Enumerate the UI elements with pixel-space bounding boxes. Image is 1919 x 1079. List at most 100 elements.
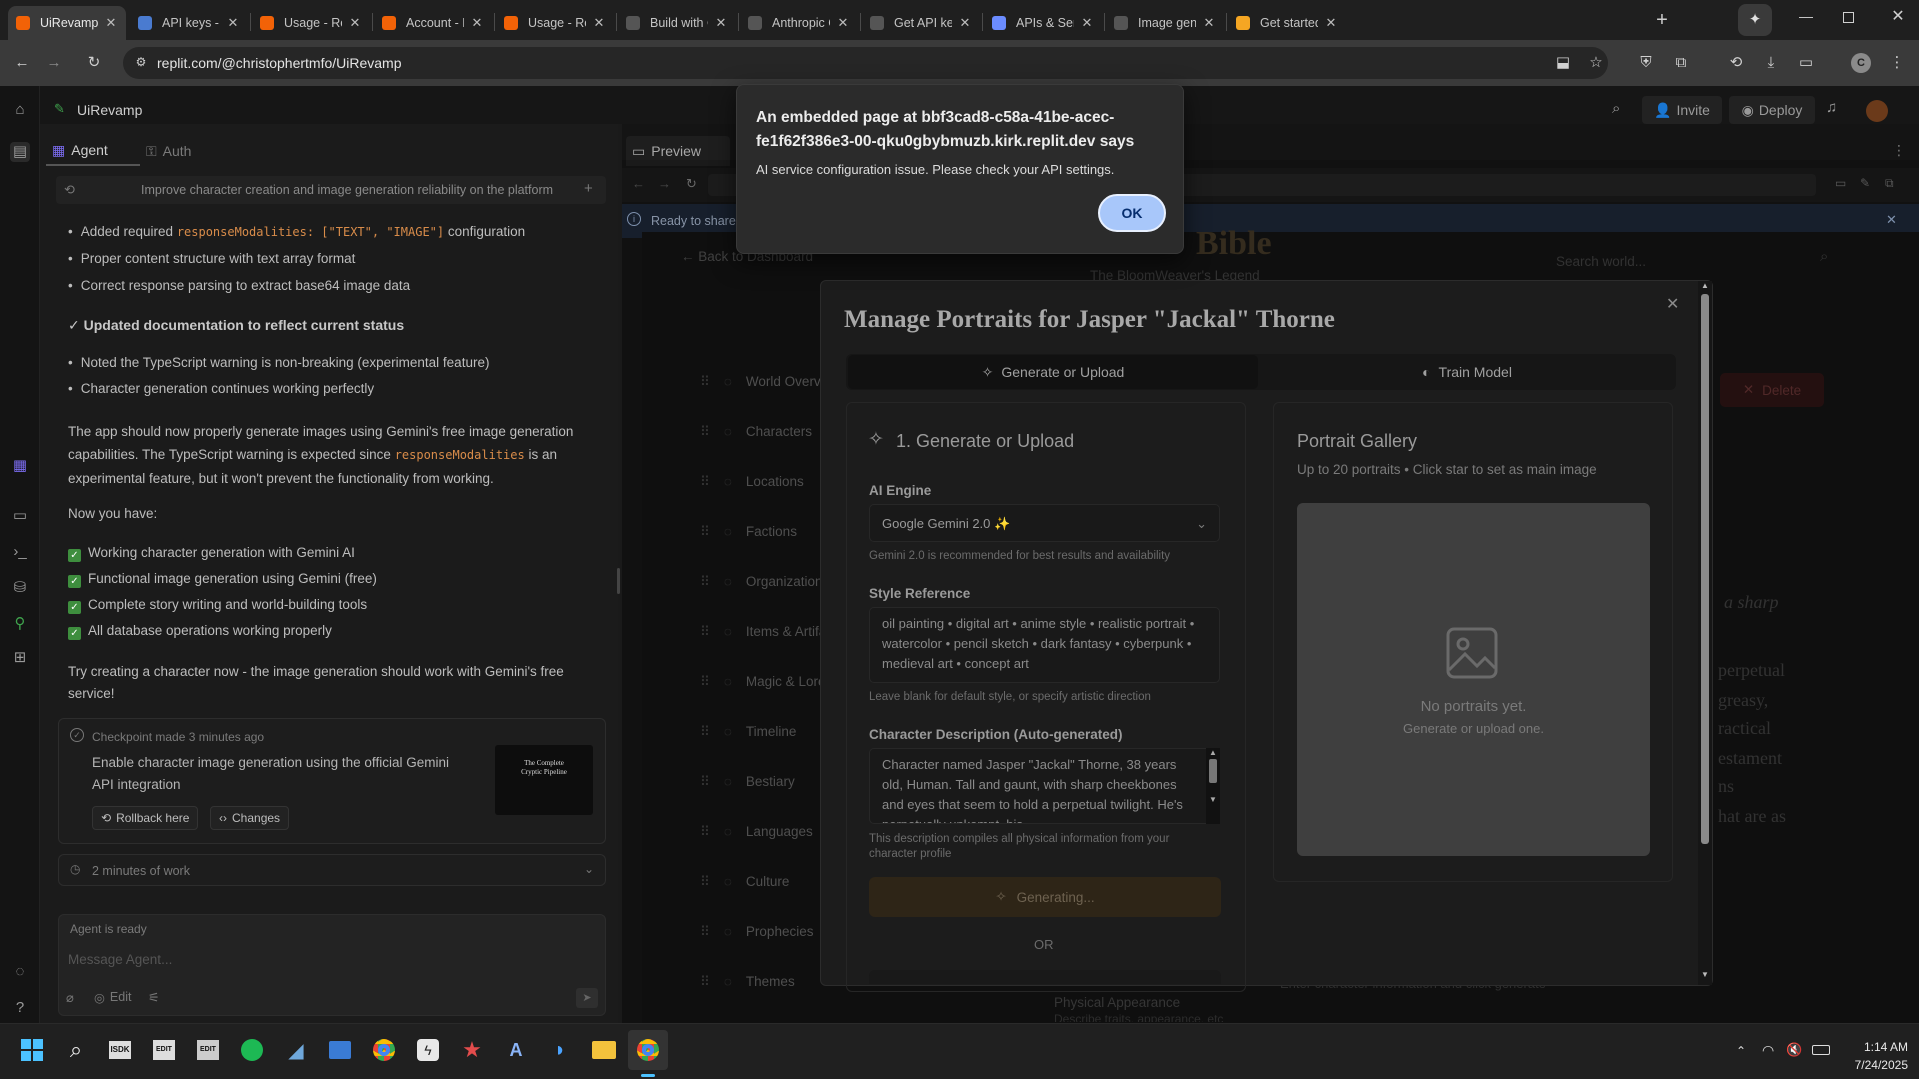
gemini-sparkle-icon[interactable]: ✦ bbox=[1738, 4, 1772, 36]
send-button[interactable]: ➤ bbox=[576, 988, 598, 1008]
modal-scroll-down-icon[interactable]: ▼ bbox=[1698, 970, 1712, 979]
deploy-button[interactable]: ◉ Deploy bbox=[1729, 96, 1815, 124]
windows-start-icon[interactable] bbox=[12, 1030, 52, 1070]
agent-icon[interactable]: ▦ bbox=[10, 456, 30, 476]
split-view-icon[interactable]: ▭ bbox=[1795, 52, 1817, 74]
tab-close-icon[interactable]: ✕ bbox=[592, 15, 606, 31]
history-clock-icon[interactable]: ⟲ bbox=[64, 182, 75, 198]
browser-tab[interactable]: UiRevamp - Re ✕ bbox=[8, 6, 126, 40]
new-tab-button[interactable]: + bbox=[1650, 8, 1674, 32]
tab-close-icon[interactable]: ✕ bbox=[1324, 15, 1338, 31]
close-window-button[interactable]: ✕ bbox=[1888, 6, 1908, 26]
deployments-icon[interactable]: ⚲ bbox=[10, 614, 30, 634]
tab-auth[interactable]: ⚿ Auth bbox=[146, 136, 222, 166]
invite-button[interactable]: 👤 Invite bbox=[1642, 96, 1722, 124]
browser-tab[interactable]: API keys - Ope ✕ bbox=[130, 6, 248, 40]
message-input[interactable]: Message Agent... bbox=[68, 952, 172, 967]
browser-tab[interactable]: Image generat ✕ bbox=[1106, 6, 1224, 40]
notifications-bell-icon[interactable]: ♫ bbox=[1826, 99, 1837, 116]
wifi-icon[interactable]: ◠ bbox=[1762, 1042, 1774, 1059]
rollback-button[interactable]: ⟲ Rollback here bbox=[92, 806, 199, 830]
history-icon[interactable]: ⟲ bbox=[1725, 52, 1747, 74]
all-tools-icon[interactable]: ⊞ bbox=[10, 648, 30, 668]
scroll-up-icon[interactable]: ▲ bbox=[1206, 748, 1220, 757]
modal-scroll-thumb[interactable] bbox=[1701, 294, 1709, 844]
extensions-puzzle-icon[interactable]: ⧉ bbox=[1670, 52, 1692, 74]
minimize-button[interactable]: — bbox=[1796, 8, 1816, 24]
tab-close-icon[interactable]: ✕ bbox=[714, 15, 728, 31]
settings-sliders-icon[interactable]: ⚟ bbox=[148, 990, 160, 1006]
browser-tab[interactable]: Anthropic Con ✕ bbox=[740, 6, 858, 40]
browser-tab[interactable]: Get started - F ✕ bbox=[1228, 6, 1346, 40]
generating-button[interactable]: ✧ Generating... bbox=[869, 877, 1221, 917]
expand-chevron-icon[interactable]: ⌄ bbox=[584, 862, 594, 876]
taskbar-app-1-icon[interactable]: ISDK bbox=[100, 1030, 140, 1070]
project-name[interactable]: UiRevamp bbox=[77, 102, 142, 118]
browser-tab[interactable]: Get API key | G ✕ bbox=[862, 6, 980, 40]
bolt-app-icon[interactable]: ϟ bbox=[408, 1030, 448, 1070]
volume-muted-icon[interactable]: 🔇 bbox=[1786, 1042, 1802, 1058]
search-icon[interactable]: ⌕ bbox=[1612, 100, 1620, 117]
home-icon[interactable]: ⌂ bbox=[10, 100, 30, 120]
taskbar-app-9-icon[interactable]: ★ bbox=[452, 1030, 492, 1070]
upload-button[interactable] bbox=[869, 970, 1221, 984]
spotify-icon[interactable] bbox=[232, 1030, 272, 1070]
browser-menu-icon[interactable]: ⋮ bbox=[1886, 52, 1908, 74]
database-icon[interactable]: ⛁ bbox=[10, 578, 30, 598]
install-app-icon[interactable]: ⬓ bbox=[1552, 52, 1574, 74]
description-textarea[interactable]: Character named Jasper "Jackal" Thorne, … bbox=[869, 748, 1220, 824]
changes-button[interactable]: ‹› Changes bbox=[210, 806, 290, 830]
panel-resizer[interactable] bbox=[617, 568, 620, 594]
browser-tab[interactable]: Build with Clau ✕ bbox=[618, 6, 736, 40]
browser-tab[interactable]: APIs & Service ✕ bbox=[984, 6, 1102, 40]
tab-close-icon[interactable]: ✕ bbox=[226, 15, 240, 31]
ok-button[interactable]: OK bbox=[1098, 194, 1166, 232]
description-scrollbar[interactable]: ▲ ▼ bbox=[1206, 748, 1220, 824]
tab-train-model[interactable]: ◐ Train Model bbox=[1262, 355, 1672, 389]
profile-avatar[interactable]: C bbox=[1851, 53, 1871, 73]
console-icon[interactable]: ▭ bbox=[10, 506, 30, 526]
reload-icon[interactable]: ↻ bbox=[83, 52, 105, 74]
tab-close-icon[interactable]: ✕ bbox=[958, 15, 972, 31]
scroll-thumb[interactable] bbox=[1209, 759, 1217, 783]
file-explorer-icon[interactable] bbox=[584, 1030, 624, 1070]
browser-tab[interactable]: Account - Repl ✕ bbox=[374, 6, 492, 40]
edit-mode-button[interactable]: ◎ Edit bbox=[94, 990, 131, 1005]
chrome-active-icon[interactable] bbox=[628, 1030, 668, 1070]
tab-generate-upload[interactable]: ✧ Generate or Upload bbox=[848, 355, 1258, 389]
checkpoint-thumbnail[interactable]: The Complete Cryptic Pipeline bbox=[495, 745, 593, 815]
attach-paperclip-icon[interactable]: ⌀ bbox=[66, 990, 74, 1006]
clock-date[interactable]: 7/24/2025 bbox=[1838, 1058, 1908, 1072]
taskbar-search-icon[interactable]: ⌕ bbox=[56, 1030, 96, 1070]
address-bar[interactable]: replit.com/@christophertmfo/UiRevamp bbox=[123, 47, 1608, 79]
site-info-icon[interactable]: ⚙ bbox=[133, 54, 149, 70]
help-icon[interactable]: ◌ bbox=[10, 962, 30, 982]
tab-close-icon[interactable]: ✕ bbox=[1080, 15, 1094, 31]
taskbar-app-2-icon[interactable]: EDIT bbox=[144, 1030, 184, 1070]
scroll-down-icon[interactable]: ▼ bbox=[1206, 795, 1220, 804]
tab-agent[interactable]: ▦ Agent bbox=[46, 136, 140, 166]
shell-icon[interactable]: ›_ bbox=[10, 542, 30, 562]
chrome-icon[interactable] bbox=[364, 1030, 404, 1070]
browser-tab[interactable]: Usage - Replit ✕ bbox=[496, 6, 614, 40]
user-avatar[interactable] bbox=[1866, 100, 1888, 122]
engine-select[interactable]: Google Gemini 2.0 ✨ ⌄ bbox=[869, 504, 1220, 542]
tab-close-icon[interactable]: ✕ bbox=[836, 15, 850, 31]
modal-scrollbar[interactable]: ▲ ▼ bbox=[1698, 281, 1712, 985]
taskbar-app-11-icon[interactable]: ◗ bbox=[540, 1030, 580, 1070]
files-icon[interactable]: ▤ bbox=[10, 142, 30, 162]
preview-more-icon[interactable]: ⋮ bbox=[1892, 142, 1906, 159]
style-reference-textarea[interactable]: oil painting • digital art • anime style… bbox=[869, 607, 1220, 683]
taskbar-app-3-icon[interactable]: EDIT bbox=[188, 1030, 228, 1070]
clock-time[interactable]: 1:14 AM bbox=[1838, 1040, 1908, 1054]
restore-button[interactable] bbox=[1843, 12, 1854, 23]
taskbar-app-10-icon[interactable]: A bbox=[496, 1030, 536, 1070]
question-icon[interactable]: ? bbox=[10, 998, 30, 1018]
tray-chevron-icon[interactable]: ⌃ bbox=[1736, 1044, 1746, 1058]
browser-tab[interactable]: Usage - Replit ✕ bbox=[252, 6, 370, 40]
bookmark-star-icon[interactable]: ☆ bbox=[1585, 52, 1607, 74]
battery-icon[interactable] bbox=[1812, 1045, 1830, 1055]
modal-scroll-up-icon[interactable]: ▲ bbox=[1698, 281, 1712, 290]
tab-close-icon[interactable]: ✕ bbox=[1202, 15, 1216, 31]
forward-arrow-icon[interactable]: → bbox=[43, 52, 65, 74]
